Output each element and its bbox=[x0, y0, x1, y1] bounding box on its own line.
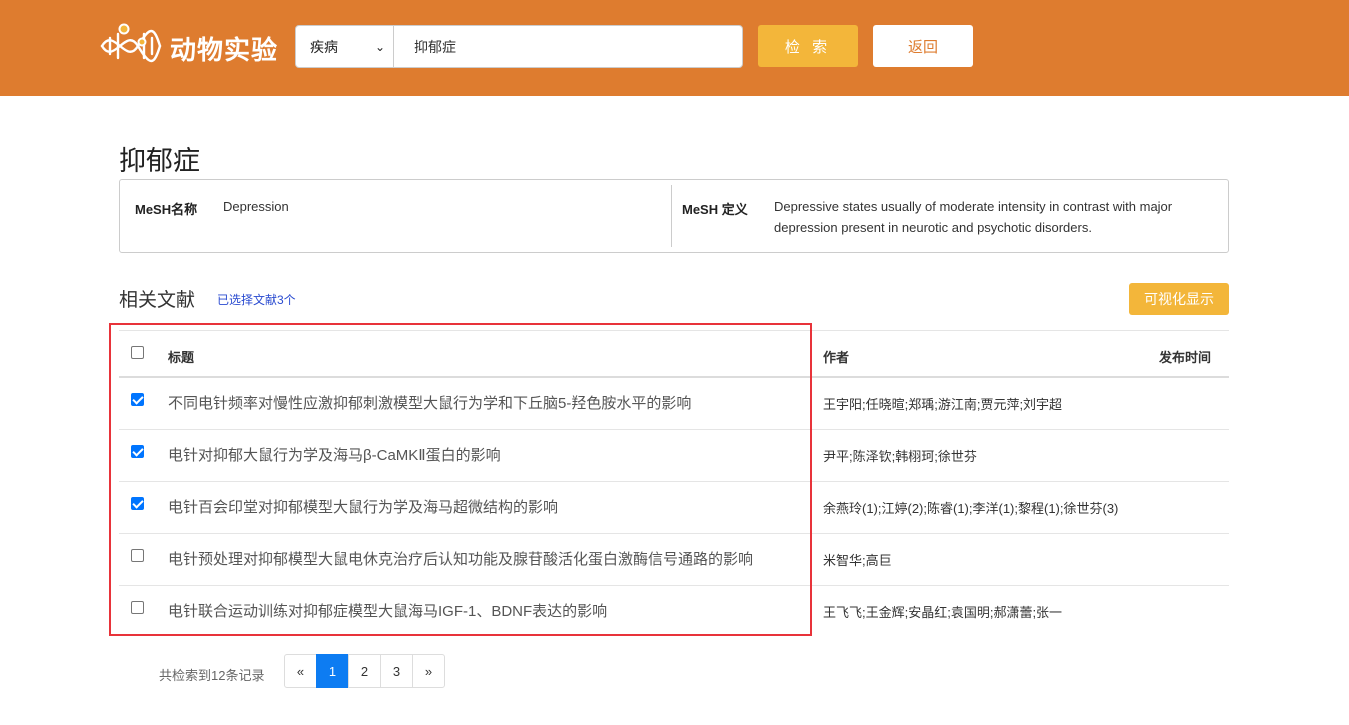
search-input[interactable]: 抑郁症 bbox=[394, 26, 742, 67]
app-title: 动物实验 bbox=[170, 35, 279, 65]
page-button-2[interactable]: 2 bbox=[348, 654, 381, 688]
row-author: 余燕玲(1);江婷(2);陈睿(1);李洋(1);黎程(1);徐世芬(3) bbox=[823, 501, 1119, 516]
column-header-date: 发布时间 bbox=[1159, 350, 1212, 365]
row-author: 王飞飞;王金辉;安晶红;袁国明;郝潇蕾;张一 bbox=[823, 605, 1063, 620]
mesh-info-box: MeSH名称 Depression MeSH 定义 Depressive sta… bbox=[119, 179, 1229, 253]
row-author: 王宇阳;任晓暄;郑瑀;游江南;贾元萍;刘宇超 bbox=[823, 397, 1063, 412]
search-category-value: 疾病 bbox=[310, 38, 338, 55]
mesh-definition-label: MeSH 定义 bbox=[682, 202, 748, 217]
dna-logo-icon bbox=[100, 23, 162, 63]
chevron-down-icon: ⌄ bbox=[374, 39, 385, 54]
selected-count-link[interactable]: 已选择文献3个 bbox=[217, 291, 296, 308]
prev-page-button[interactable]: « bbox=[284, 654, 317, 688]
mesh-divider bbox=[671, 185, 672, 247]
back-button[interactable]: 返回 bbox=[873, 25, 973, 67]
page-button-1[interactable]: 1 bbox=[316, 654, 349, 688]
total-records-text: 共检索到12条记录 bbox=[159, 668, 265, 683]
search-category-select[interactable]: 疾病 ⌄ bbox=[296, 26, 394, 67]
next-page-button[interactable]: » bbox=[412, 654, 445, 688]
pagination: « 1 2 3 » bbox=[284, 654, 445, 688]
search-box: 疾病 ⌄ 抑郁症 bbox=[295, 25, 743, 68]
column-header-author: 作者 bbox=[823, 350, 850, 365]
search-button[interactable]: 检 索 bbox=[758, 25, 858, 67]
top-header: 动物实验 疾病 ⌄ 抑郁症 检 索 返回 bbox=[0, 0, 1349, 96]
row-author: 尹平;陈泽钦;韩栩珂;徐世芬 bbox=[823, 449, 977, 464]
page-title: 抑郁症 bbox=[119, 146, 200, 176]
visualize-button[interactable]: 可视化显示 bbox=[1129, 283, 1229, 315]
mesh-definition-value: Depressive states usually of moderate in… bbox=[774, 199, 1173, 235]
highlight-annotation-box bbox=[109, 323, 812, 636]
literature-title: 相关文献 bbox=[119, 290, 196, 311]
page-button-3[interactable]: 3 bbox=[380, 654, 413, 688]
row-author: 米智华;高巨 bbox=[823, 553, 892, 568]
mesh-name-value: Depression bbox=[223, 199, 289, 214]
mesh-name-label: MeSH名称 bbox=[135, 202, 198, 217]
